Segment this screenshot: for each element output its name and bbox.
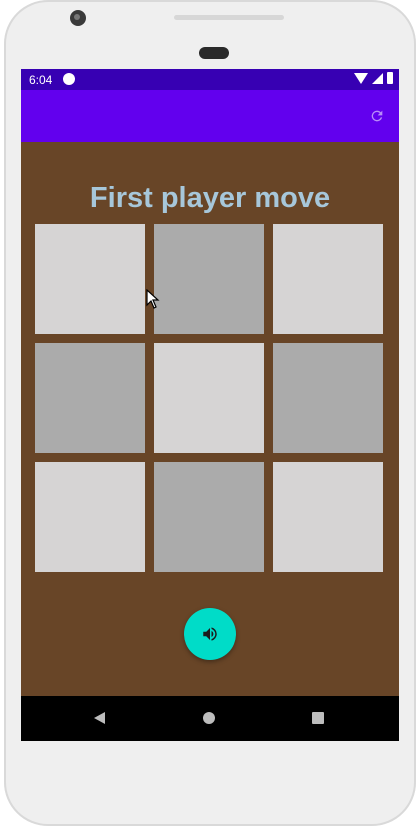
- game-area: First player move: [21, 142, 399, 696]
- board-cell-1[interactable]: [35, 224, 145, 334]
- back-icon[interactable]: [94, 712, 105, 724]
- signal-icon: [372, 72, 383, 84]
- battery-icon: [387, 72, 393, 84]
- phone-top-bezel-line: [174, 15, 284, 20]
- board-cell-6[interactable]: [273, 343, 383, 453]
- wifi-icon: [354, 72, 368, 84]
- turn-status-title: First player move: [89, 182, 331, 214]
- system-navigation-bar: [21, 696, 399, 741]
- board-cell-9[interactable]: [273, 462, 383, 572]
- speaker-icon: [199, 47, 229, 59]
- board-cell-2[interactable]: [154, 224, 264, 334]
- status-time: 6:04: [29, 73, 53, 87]
- board-cell-4[interactable]: [35, 343, 145, 453]
- board-cell-7[interactable]: [35, 462, 145, 572]
- volume-icon: [203, 627, 217, 641]
- board-cell-8[interactable]: [154, 462, 264, 572]
- app-bar: [21, 90, 399, 142]
- home-icon[interactable]: [203, 712, 215, 724]
- board-cell-5[interactable]: [154, 343, 264, 453]
- mouse-cursor-icon: [146, 289, 160, 309]
- refresh-icon[interactable]: [369, 108, 385, 124]
- status-bar: 6:04: [21, 69, 399, 90]
- board-cell-3[interactable]: [273, 224, 383, 334]
- recents-icon[interactable]: [312, 712, 324, 724]
- status-icons: [354, 72, 393, 84]
- sound-toggle-button[interactable]: [184, 608, 236, 660]
- camera-icon: [70, 10, 86, 26]
- notification-app-icon: [63, 73, 75, 85]
- phone-screen: 6:04 First player move: [21, 69, 399, 741]
- tic-tac-toe-board: [35, 224, 385, 574]
